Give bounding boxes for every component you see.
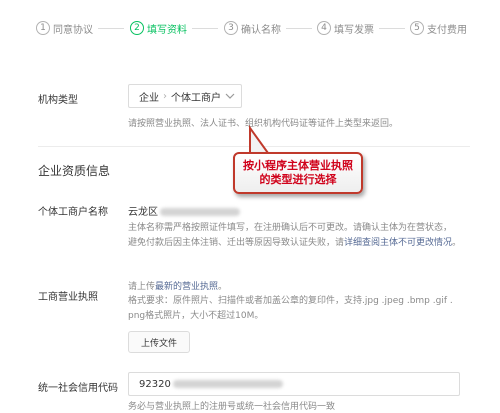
account-name-prefix: 云龙区 — [128, 207, 158, 218]
license-upload-hint: 请上传最新的营业执照。 — [128, 280, 227, 294]
account-name-hint-line1: 主体名称需严格按照证件填写，在注册确认后不可更改。请确认主体为在营状态， — [128, 223, 453, 233]
immutable-subject-link[interactable]: 详细查阅主体不可更改情况 — [344, 238, 452, 248]
step-3: 3 确认名称 — [224, 16, 281, 40]
upload-file-button[interactable]: 上传文件 — [128, 331, 190, 353]
org-type-label: 机构类型 — [38, 95, 78, 106]
step-1: 1 同意协议 — [36, 16, 93, 40]
step-2-active: 2 填写资料 — [130, 16, 187, 40]
redacted-text — [172, 380, 283, 388]
hint-text: 避免付款后因主体注销、迁出等原因导致认证失败，请 — [128, 238, 345, 248]
chevron-right-icon: › — [163, 90, 167, 102]
license-format-line1: 格式要求：原件照片、扫描件或者加盖公章的复印件，支持.jpg .jpeg .bm… — [128, 296, 453, 306]
business-license-label: 工商营业执照 — [38, 292, 98, 303]
callout-line1: 按小程序主体营业执照 — [243, 159, 353, 172]
account-name-hint-line2: 避免付款后因主体注销、迁出等原因导致认证失败，请详细查阅主体不可更改情况。 — [128, 236, 461, 250]
org-type-hint: 请按照营业执照、法人证书、组织机构代码证等证件上类型来返回。 — [128, 119, 399, 129]
hint-text-end: 。 — [218, 282, 228, 292]
step-4: 4 填写发票 — [317, 16, 374, 40]
step-number: 5 — [410, 21, 424, 35]
step-connector — [98, 28, 124, 29]
step-connector — [286, 28, 312, 29]
credit-code-label: 统一社会信用代码 — [38, 383, 118, 394]
section-title-qualification: 企业资质信息 — [38, 164, 111, 178]
callout-line2: 的类型进行选择 — [259, 173, 337, 186]
step-number: 2 — [130, 21, 144, 35]
step-5: 5 支付费用 — [410, 16, 467, 40]
step-connector — [379, 28, 405, 29]
divider — [38, 146, 470, 147]
step-connector — [192, 28, 218, 29]
step-number: 3 — [224, 21, 238, 35]
progress-stepper: 1 同意协议 2 填写资料 3 确认名称 4 填写发票 5 支付费用 — [0, 16, 500, 40]
step-label: 填写发票 — [334, 24, 374, 36]
chevron-down-icon — [225, 93, 235, 99]
org-type-select[interactable]: 企业 › 个体工商户 — [128, 84, 242, 108]
step-number: 1 — [36, 21, 50, 35]
hint-text: 请上传 — [128, 282, 156, 292]
credit-code-prefix: 92320 — [139, 378, 171, 390]
credit-code-hint: 务必与营业执照上的注册号或统一社会信用代码一致 — [128, 402, 336, 412]
annotation-callout: 按小程序主体营业执照 的类型进行选择 — [233, 152, 363, 194]
redacted-text — [160, 208, 240, 216]
account-name-value: 云龙区 — [128, 203, 240, 218]
credit-code-input[interactable]: 92320 — [128, 372, 460, 396]
step-label: 同意协议 — [53, 24, 93, 36]
license-format-line2: png格式照片，大小不超过10M。 — [128, 311, 264, 321]
step-label: 确认名称 — [241, 24, 281, 36]
org-type-secondary: 个体工商户 — [171, 92, 221, 104]
account-name-label: 个体工商户名称 — [38, 207, 108, 218]
hint-text-end: 。 — [452, 238, 462, 248]
latest-license-link[interactable]: 最新的营业执照 — [155, 282, 218, 292]
step-label: 支付费用 — [427, 24, 467, 36]
org-type-primary: 企业 — [139, 92, 159, 104]
step-label: 填写资料 — [147, 24, 187, 36]
step-number: 4 — [317, 21, 331, 35]
